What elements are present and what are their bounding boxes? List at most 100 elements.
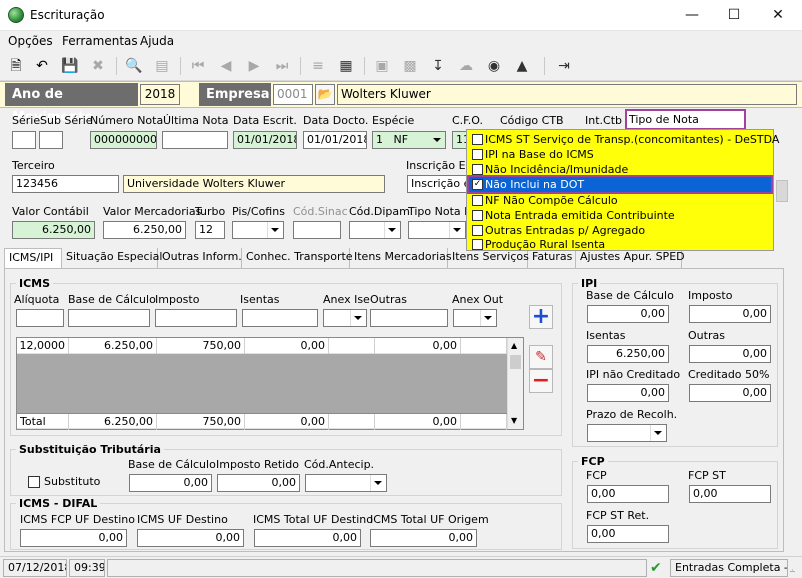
data-docto-field[interactable]: 01/01/2018 xyxy=(303,131,367,149)
save-icon[interactable]: 💾 xyxy=(60,56,80,76)
cloud-icon[interactable]: ☁ xyxy=(456,56,476,76)
difal-total-orig-field[interactable]: 0,00 xyxy=(370,529,477,547)
outras-field[interactable] xyxy=(370,309,448,327)
menu-ajuda[interactable]: Ajuda xyxy=(140,34,174,48)
dropdown-item[interactable]: Nota Entrada emitida Contribuinte xyxy=(469,208,773,223)
subserie-field[interactable] xyxy=(39,131,63,149)
folder-open-icon[interactable]: 📂 xyxy=(315,84,335,105)
checkbox-icon[interactable] xyxy=(472,164,483,175)
pis-cofins-select[interactable] xyxy=(232,221,284,239)
turbo-field[interactable]: 12 xyxy=(195,221,225,239)
checkbox-icon[interactable] xyxy=(472,225,483,236)
close-button[interactable]: ✕ xyxy=(756,0,800,30)
fcp-st-ret-field[interactable]: 0,00 xyxy=(587,525,669,543)
document-icon[interactable]: ▣ xyxy=(372,56,392,76)
ano-field[interactable]: 2018 xyxy=(140,84,180,105)
st-retido-field[interactable]: 0,00 xyxy=(217,474,300,492)
dropdown-item[interactable]: ICMS ST Serviço de Transp.(concomitantes… xyxy=(469,132,779,147)
cod-dipam-select[interactable] xyxy=(349,221,401,239)
st-base-field[interactable]: 0,00 xyxy=(129,474,212,492)
isentas-field[interactable] xyxy=(242,309,318,327)
numero-nota-field[interactable]: 0000000002 xyxy=(90,131,157,149)
edit-icon[interactable]: ✎ xyxy=(529,345,553,369)
substituto-checkbox[interactable] xyxy=(28,476,40,488)
tree-icon[interactable]: ≡ xyxy=(308,56,328,76)
preview-icon[interactable]: 🔍 xyxy=(124,56,144,76)
calculator-icon[interactable]: ▦ xyxy=(336,56,356,76)
dropdown-item[interactable]: Produção Rural Isenta xyxy=(469,237,773,252)
export-icon[interactable]: ↧ xyxy=(428,56,448,76)
tab-outras-inform[interactable]: Outras Inform. xyxy=(158,248,242,268)
especie-select[interactable]: 1 NF xyxy=(372,131,446,149)
difal-total-dest-field[interactable]: 0,00 xyxy=(254,529,361,547)
ipi-isentas-field[interactable]: 6.250,00 xyxy=(587,345,669,363)
delete-icon[interactable]: ✖ xyxy=(88,56,108,76)
scroll-up-icon[interactable]: ▲ xyxy=(511,341,517,350)
new-icon[interactable]: 🗎 xyxy=(6,56,26,76)
ipi-outras-field[interactable]: 0,00 xyxy=(689,345,771,363)
base-calculo-field[interactable] xyxy=(68,309,150,327)
last-record-icon[interactable]: ⏭ xyxy=(272,56,292,76)
exit-icon[interactable]: ⇥ xyxy=(554,56,574,76)
difal-uf-dest-field[interactable]: 0,00 xyxy=(137,529,244,547)
undo-icon[interactable]: ↶ xyxy=(32,56,52,76)
checkbox-icon[interactable] xyxy=(472,134,483,145)
dropdown-scroll-thumb[interactable] xyxy=(776,180,788,202)
imposto-field[interactable] xyxy=(155,309,237,327)
tab-situacao-especial[interactable]: Situação Especial xyxy=(62,248,162,268)
tab-conhec-transporte[interactable]: Conhec. Transporte xyxy=(242,248,353,268)
valor-contabil-field[interactable]: 6.250,00 xyxy=(12,221,95,239)
serie-field[interactable] xyxy=(12,131,36,149)
next-record-icon[interactable]: ▶ xyxy=(244,56,264,76)
dropdown-item[interactable]: Outras Entradas p/ Agregado xyxy=(469,223,773,238)
terceiro-codigo-field[interactable]: 123456 xyxy=(12,175,119,193)
prazo-recolh-select[interactable] xyxy=(587,424,667,442)
maximize-button[interactable]: ☐ xyxy=(712,0,756,30)
puzzle-icon[interactable]: ▩ xyxy=(400,56,420,76)
table-row[interactable]: 12,0000 6.250,00 750,00 0,00 0,00 xyxy=(17,338,507,354)
menu-opcoes[interactable]: Opções xyxy=(8,34,53,48)
menu-ferramentas[interactable]: Ferramentas xyxy=(62,34,138,48)
cod-sinac-field[interactable] xyxy=(293,221,341,239)
dropdown-item[interactable]: IPI na Base do ICMS xyxy=(469,147,773,162)
dropdown-item-selected[interactable]: ✓ Não Inclui na DOT xyxy=(467,175,773,194)
st-antecip-select[interactable] xyxy=(305,474,387,492)
ipi-imposto-field[interactable]: 0,00 xyxy=(689,305,771,323)
tipo-nota-associada-header[interactable]: Tipo de Nota Associada xyxy=(625,109,746,143)
nfe-icon[interactable]: ▤ xyxy=(152,56,172,76)
ultima-nota-field[interactable] xyxy=(162,131,228,149)
scroll-down-icon[interactable]: ▼ xyxy=(511,416,517,425)
first-record-icon[interactable]: ⏮ xyxy=(188,56,208,76)
empresa-codigo-field[interactable]: 0001 xyxy=(273,84,313,105)
grid-scrollbar[interactable]: ▲ ▼ xyxy=(507,338,523,429)
checkmark-icon[interactable]: ✓ xyxy=(472,179,483,190)
checkbox-icon[interactable] xyxy=(472,239,483,250)
checkbox-icon[interactable] xyxy=(472,149,483,160)
scroll-thumb[interactable] xyxy=(510,355,521,369)
tipo-nota-is-select[interactable] xyxy=(408,221,466,239)
fcp-st-field[interactable]: 0,00 xyxy=(689,485,771,503)
checkbox-icon[interactable] xyxy=(472,210,483,221)
anex-ise-select[interactable] xyxy=(323,309,367,327)
checkbox-icon[interactable] xyxy=(472,195,483,206)
resize-grip-icon[interactable]: ∸ xyxy=(789,567,796,576)
minimize-button[interactable]: — xyxy=(670,0,714,30)
ipi-nao-creditado-field[interactable]: 0,00 xyxy=(587,384,669,402)
tab-itens-mercadorias[interactable]: Itens Mercadorias xyxy=(350,248,452,268)
previous-record-icon[interactable]: ◀ xyxy=(216,56,236,76)
data-escrit-field[interactable]: 01/01/2018 xyxy=(233,131,297,149)
ipi-creditado-50-field[interactable]: 0,00 xyxy=(689,384,771,402)
add-button[interactable]: + xyxy=(529,305,553,329)
tab-icms-ipi[interactable]: ICMS/IPI xyxy=(4,248,62,269)
remove-button[interactable]: − xyxy=(529,369,553,393)
aliquota-field[interactable] xyxy=(16,309,64,327)
stamp-icon[interactable]: ▲ xyxy=(512,56,532,76)
valor-mercadorias-field[interactable]: 6.250,00 xyxy=(103,221,186,239)
difal-fcp-field[interactable]: 0,00 xyxy=(20,529,127,547)
dropdown-item[interactable]: NF Não Compõe Cálculo xyxy=(469,193,773,208)
fcp-field[interactable]: 0,00 xyxy=(587,485,669,503)
anex-out-select[interactable] xyxy=(453,309,497,327)
inscricao-field[interactable]: Inscrição e xyxy=(407,175,467,193)
ipi-base-field[interactable]: 0,00 xyxy=(587,305,669,323)
cib-icon[interactable]: ◉ xyxy=(484,56,504,76)
